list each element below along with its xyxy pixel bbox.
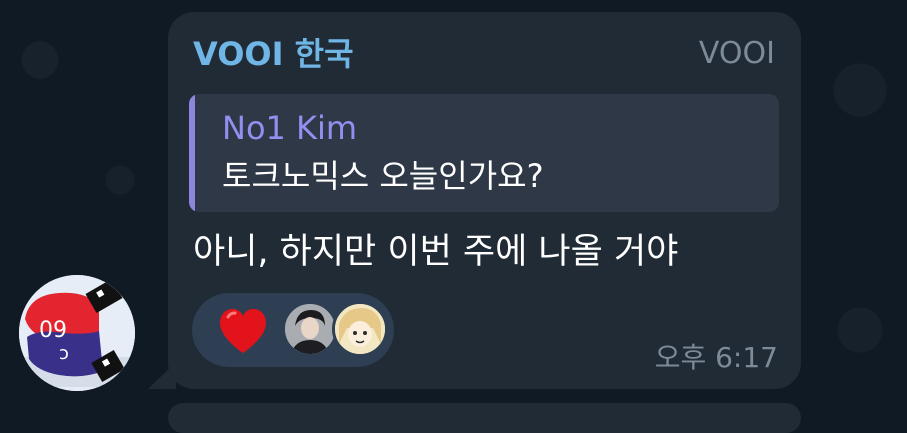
admin-tag: VOOI: [698, 36, 775, 71]
sender-avatar-image: 09 ɔ: [19, 275, 135, 391]
message-text: 아니, 하지만 이번 주에 나올 거야: [193, 232, 679, 272]
sender-name[interactable]: VOOI 한국: [193, 34, 354, 74]
heart-icon: [220, 309, 266, 353]
reply-preview[interactable]: No1 Kim 토크노믹스 오늘인가요?: [189, 94, 779, 212]
next-message-bubble[interactable]: [168, 403, 801, 433]
reply-author: No1 Kim: [222, 109, 358, 147]
reply-accent-bar: [189, 94, 195, 212]
message-time: 오후 6:17: [654, 341, 778, 374]
message-bubble[interactable]: VOOI 한국 VOOI No1 Kim 토크노믹스 오늘인가요? 아니, 하지…: [168, 12, 801, 389]
reactor-avatar[interactable]: [332, 301, 388, 357]
reactor-avatar-image: [335, 304, 385, 354]
svg-text:ɔ: ɔ: [59, 343, 69, 364]
reaction-pill[interactable]: [192, 293, 394, 367]
svg-text:09: 09: [39, 318, 67, 343]
reply-text: 토크노믹스 오늘인가요?: [222, 157, 544, 195]
reactor-avatar-image: [285, 304, 335, 354]
reactor-avatar[interactable]: [282, 301, 338, 357]
sender-avatar[interactable]: 09 ɔ: [19, 275, 135, 391]
